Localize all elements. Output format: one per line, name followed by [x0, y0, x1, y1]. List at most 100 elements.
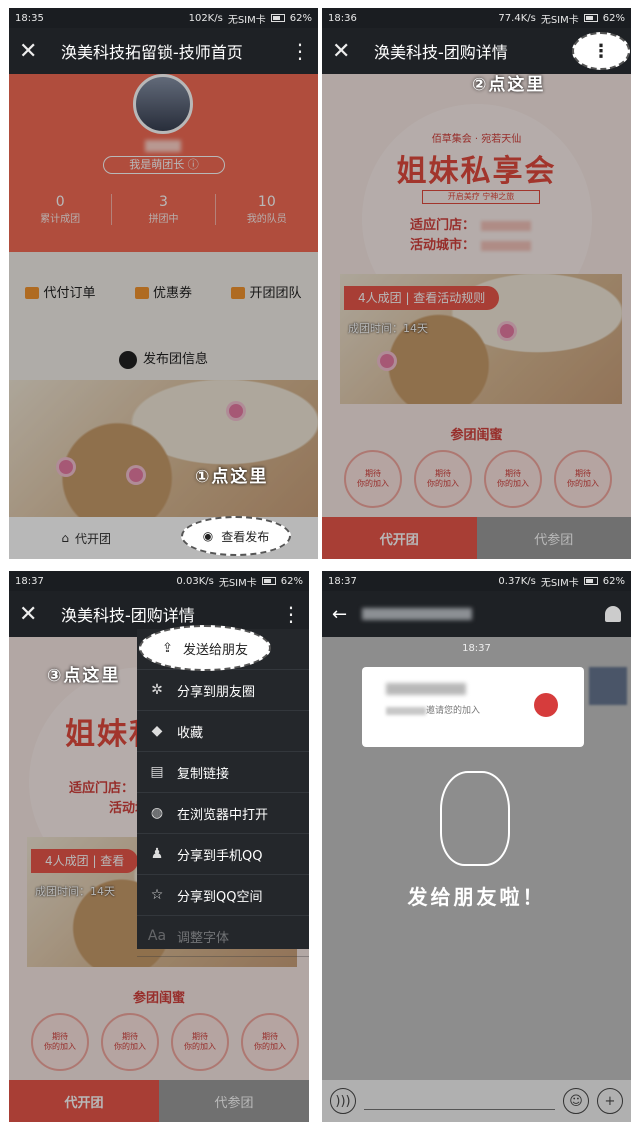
share-menu: ⇪发送给朋友 ✲分享到朋友圈 ◆收藏 ▤复制链接 ◍在浏览器中打开 ♟分享到手机… — [137, 629, 309, 957]
menu-item-coupons[interactable]: 优惠券 — [112, 282, 215, 301]
publish-section-title[interactable]: 发布团信息 — [9, 348, 318, 369]
status-time: 18:35 — [15, 12, 44, 24]
rules-tag[interactable]: 4人成团 | 查看活动规则 — [344, 286, 500, 310]
stat-item[interactable]: 3 拼团中 — [111, 194, 214, 225]
close-icon[interactable]: ✕ — [19, 602, 49, 627]
more-menu-icon[interactable]: ⋮ — [290, 39, 310, 63]
menu-font-size[interactable]: Aa 调整字体 — [137, 916, 309, 957]
more-menu-icon[interactable]: ⋮ — [281, 602, 301, 626]
page-title: 涣美科技拓留锁-技师首页 — [61, 43, 243, 62]
screen-tech-home: 18:35 102K/s 无SIM卡 62% ✕ 涣美科技拓留锁-技师首页 ⋮ … — [9, 8, 318, 559]
member-slot[interactable]: 期待 你的加入 — [101, 1013, 159, 1071]
status-battery: 62% — [280, 575, 303, 587]
poster-subtitle: 开启美疗 宁神之旅 — [422, 190, 540, 204]
menu-item-pay-orders[interactable]: 代付订单 — [9, 282, 112, 301]
stat-item[interactable]: 0 累计成团 — [9, 194, 111, 225]
brand-logo-icon — [534, 693, 558, 717]
battery-icon — [583, 577, 598, 585]
user-icon — [231, 287, 246, 299]
globe-icon: ◍ — [150, 805, 164, 821]
menu-open-browser[interactable]: ◍ 在浏览器中打开 — [137, 793, 309, 834]
view-published-callout[interactable]: ◉ 查看发布 — [181, 516, 291, 556]
menu-copy-link[interactable]: ▤ 复制链接 — [137, 752, 309, 793]
more-menu-callout[interactable]: ⋮ — [572, 32, 630, 70]
home-icon: ⌂ — [61, 531, 70, 545]
bunny-doodle-icon — [440, 771, 510, 866]
group-time: 成团时间：14天 — [348, 322, 428, 335]
status-time: 18:37 — [15, 575, 44, 587]
quick-menu: 代付订单 优惠券 开团团队 — [9, 276, 318, 306]
message-input[interactable] — [364, 1108, 555, 1110]
status-bar: 18:37 0.03K/s 无SIM卡 62% — [9, 571, 309, 591]
member-slot[interactable]: 期待 你的加入 — [344, 450, 402, 508]
back-arrow-icon[interactable]: ← — [332, 604, 362, 625]
document-icon — [118, 350, 137, 369]
battery-icon — [583, 14, 598, 22]
menu-share-moments[interactable]: ✲ 分享到朋友圈 — [137, 670, 309, 711]
voice-icon[interactable]: ))) — [330, 1088, 356, 1114]
member-slot[interactable]: 期待 你的加入 — [484, 450, 542, 508]
open-group-button[interactable]: 代开团 — [322, 517, 477, 559]
page-title: 涣美科技-团购详情 — [61, 606, 195, 625]
card-description: 邀请您的加入 — [386, 703, 480, 716]
event-poster: 佰草集会 · 宛若天仙 姐妹私享会 开启美疗 宁神之旅 适应门店： 活动城市： … — [322, 74, 631, 519]
flower-decoration — [500, 324, 514, 338]
flower-decoration — [229, 404, 243, 418]
join-group-button[interactable]: 代参团 — [476, 517, 631, 559]
avatar[interactable] — [589, 667, 627, 705]
page-title: 涣美科技-团购详情 — [374, 43, 508, 62]
bottom-bar: 代开团 代参团 — [9, 1080, 309, 1122]
step-hint: ③点这里 — [47, 666, 121, 686]
coupon-icon — [134, 287, 149, 299]
status-bar: 18:36 77.4K/s 无SIM卡 62% — [322, 8, 631, 28]
open-group-button[interactable]: ⌂ 代开团 — [9, 517, 164, 559]
group-time: 成团时间：14天 — [35, 885, 115, 898]
status-time: 18:36 — [328, 12, 357, 24]
screen-chat: 18:37 0.37K/s 无SIM卡 62% ← 18:37 邀请您的加入 发… — [322, 571, 631, 1122]
chat-title-bar: ← — [322, 591, 631, 637]
qq-icon: ♟ — [150, 846, 164, 862]
status-sim: 无SIM卡 — [218, 577, 257, 589]
member-slot[interactable]: 期待 你的加入 — [414, 450, 472, 508]
bottom-bar: 代开团 代参团 — [322, 517, 631, 559]
menu-share-qq[interactable]: ♟ 分享到手机QQ — [137, 834, 309, 875]
document-icon: ▤ — [150, 764, 164, 780]
menu-favorite[interactable]: ◆ 收藏 — [137, 711, 309, 752]
open-group-button[interactable]: 代开团 — [9, 1080, 159, 1122]
close-icon[interactable]: ✕ — [332, 39, 362, 64]
poster-store: 适应门店： — [69, 781, 135, 796]
share-icon: ⇪ — [162, 640, 173, 656]
poster-store: 适应门店： — [410, 214, 532, 233]
status-speed: 0.03K/s — [176, 575, 214, 587]
member-slot[interactable]: 期待 你的加入 — [241, 1013, 299, 1071]
poster-headline: 姐妹私享会 — [396, 154, 557, 189]
join-group-button[interactable]: 代参团 — [159, 1080, 309, 1122]
poster-city: 活动城市： — [410, 234, 532, 253]
close-icon[interactable]: ✕ — [19, 39, 49, 64]
blurred-chat-name — [362, 608, 472, 620]
blurred-card-title — [386, 683, 466, 695]
emoji-icon[interactable]: ☺ — [563, 1088, 589, 1114]
user-icon[interactable] — [605, 606, 621, 622]
step-hint: ②点这里 — [472, 75, 546, 95]
menu-share-qzone[interactable]: ☆ 分享到QQ空间 — [137, 875, 309, 916]
shared-link-card[interactable]: 邀请您的加入 — [362, 667, 584, 747]
status-time: 18:37 — [328, 575, 357, 587]
blurred-username — [145, 140, 181, 152]
member-slots: 期待 你的加入 期待 你的加入 期待 你的加入 期待 你的加入 — [344, 450, 612, 508]
avatar[interactable] — [133, 74, 193, 134]
status-bar: 18:35 102K/s 无SIM卡 62% — [9, 8, 318, 28]
member-slot[interactable]: 期待 你的加入 — [31, 1013, 89, 1071]
member-slot[interactable]: 期待 你的加入 — [554, 450, 612, 508]
stat-item[interactable]: 10 我的队员 — [214, 194, 318, 225]
plus-icon[interactable]: + — [597, 1088, 623, 1114]
menu-item-teams[interactable]: 开团团队 — [215, 282, 318, 301]
chat-input-bar: ))) ☺ + — [322, 1080, 631, 1122]
member-slot[interactable]: 期待 你的加入 — [171, 1013, 229, 1071]
send-to-friend-callout[interactable]: ⇪ 发送给朋友 — [139, 625, 271, 671]
spa-photo — [9, 380, 318, 520]
leader-badge[interactable]: 我是萌团长 ⓘ — [103, 156, 225, 174]
status-bar: 18:37 0.37K/s 无SIM卡 62% — [322, 571, 631, 591]
member-slots: 期待 你的加入 期待 你的加入 期待 你的加入 期待 你的加入 — [31, 1013, 299, 1071]
rules-tag[interactable]: 4人成团 | 查看 — [31, 849, 139, 873]
